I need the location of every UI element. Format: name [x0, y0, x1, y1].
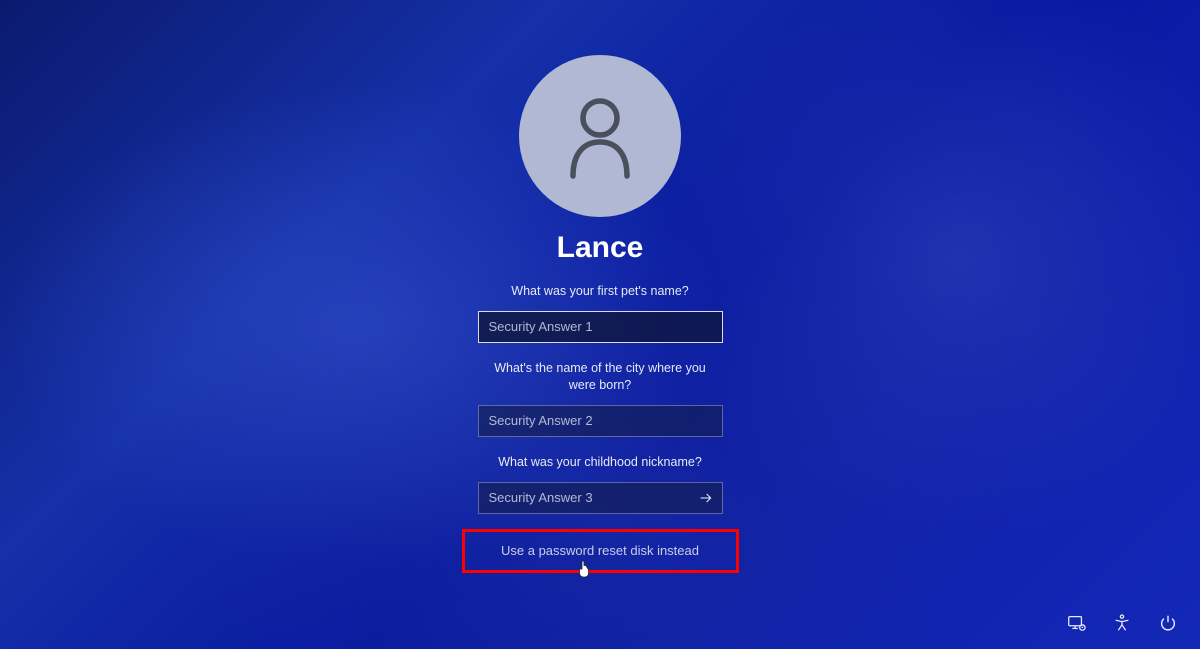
- security-question-1: What was your first pet's name?: [478, 283, 723, 300]
- security-answer-2-input[interactable]: [478, 405, 723, 437]
- power-icon: [1158, 613, 1178, 633]
- answer-1-wrapper: [478, 311, 723, 343]
- password-reset-disk-link[interactable]: Use a password reset disk instead: [501, 543, 699, 558]
- network-button[interactable]: [1066, 613, 1086, 633]
- user-avatar: [519, 55, 681, 217]
- network-icon: [1066, 613, 1086, 633]
- submit-arrow-button[interactable]: [689, 482, 723, 514]
- avatar-container: [519, 55, 681, 217]
- security-question-3: What was your childhood nickname?: [478, 454, 723, 471]
- security-questions-form: What was your first pet's name? What's t…: [478, 283, 723, 514]
- system-icons-tray: [1066, 613, 1178, 633]
- answer-2-wrapper: [478, 405, 723, 437]
- accessibility-icon: [1112, 613, 1132, 633]
- accessibility-button[interactable]: [1112, 613, 1132, 633]
- answer-3-wrapper: [478, 482, 723, 514]
- power-button[interactable]: [1158, 613, 1178, 633]
- annotation-highlight: Use a password reset disk instead: [462, 529, 739, 573]
- cursor-pointer-icon: [576, 560, 590, 578]
- security-answer-1-input[interactable]: [478, 311, 723, 343]
- person-icon: [565, 94, 635, 179]
- user-name: Lance: [557, 231, 644, 265]
- security-answer-3-input[interactable]: [478, 482, 723, 514]
- arrow-right-icon: [698, 490, 714, 506]
- security-question-2: What's the name of the city where you we…: [478, 360, 723, 394]
